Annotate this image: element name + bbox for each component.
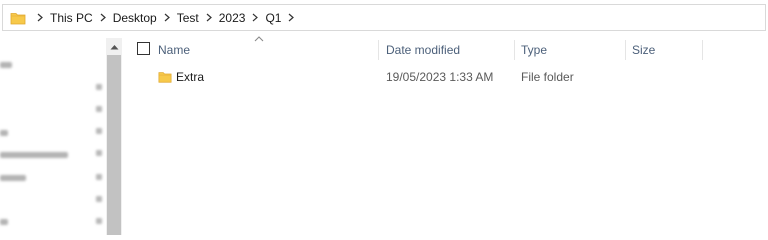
column-header-row: Name Date modified Type Size: [122, 38, 768, 62]
pin-icon: [96, 218, 102, 224]
chevron-right-icon[interactable]: [160, 13, 174, 22]
pin-icon: [96, 128, 102, 134]
column-divider[interactable]: [625, 40, 626, 60]
folder-icon: [10, 10, 26, 26]
column-header-type[interactable]: Type: [521, 38, 625, 62]
breadcrumb-2023[interactable]: 2023: [216, 11, 249, 25]
column-header-date-modified[interactable]: Date modified: [386, 38, 514, 62]
column-divider[interactable]: [378, 40, 379, 60]
scroll-up-arrow-icon[interactable]: [106, 38, 122, 55]
pin-icon: [96, 84, 102, 90]
breadcrumb-desktop[interactable]: Desktop: [110, 11, 160, 25]
breadcrumb-this-pc[interactable]: This PC: [47, 11, 96, 25]
nav-item-blurred[interactable]: [0, 152, 68, 158]
nav-item-blurred[interactable]: [0, 219, 8, 225]
column-divider[interactable]: [702, 40, 703, 60]
file-name[interactable]: Extra: [176, 66, 204, 88]
address-bar[interactable]: This PC Desktop Test 2023 Q1: [2, 4, 766, 31]
scroll-thumb[interactable]: [107, 55, 121, 235]
column-header-type-label: Type: [521, 43, 548, 57]
navigation-pane[interactable]: [0, 38, 106, 235]
nav-item-blurred[interactable]: [0, 130, 8, 136]
chevron-right-icon[interactable]: [96, 13, 110, 22]
file-type: File folder: [521, 70, 574, 84]
breadcrumb-q1[interactable]: Q1: [262, 11, 284, 25]
column-divider[interactable]: [514, 40, 515, 60]
breadcrumb: This PC Desktop Test 2023 Q1: [33, 5, 298, 30]
column-header-size-label: Size: [632, 43, 656, 57]
pin-icon: [96, 174, 102, 180]
pin-icon: [96, 196, 102, 202]
column-header-name[interactable]: Name: [158, 38, 378, 62]
folder-icon: [158, 72, 172, 83]
pin-icon: [96, 106, 102, 112]
column-header-size[interactable]: Size: [632, 38, 702, 62]
file-date-modified: 19/05/2023 1:33 AM: [386, 70, 494, 84]
column-header-date-label: Date modified: [386, 43, 461, 57]
nav-item-blurred[interactable]: [0, 175, 26, 181]
pin-icon: [96, 150, 102, 156]
breadcrumb-test[interactable]: Test: [174, 11, 202, 25]
table-row[interactable]: Extra 19/05/2023 1:33 AM File folder: [122, 66, 768, 88]
chevron-right-icon[interactable]: [33, 13, 47, 22]
column-header-name-label: Name: [158, 43, 191, 57]
chevron-right-icon[interactable]: [202, 13, 216, 22]
chevron-right-icon[interactable]: [284, 13, 298, 22]
nav-scrollbar[interactable]: [106, 38, 122, 235]
file-explorer-window: This PC Desktop Test 2023 Q1 Name Date m…: [0, 0, 768, 235]
chevron-right-icon[interactable]: [248, 13, 262, 22]
nav-item-blurred[interactable]: [0, 62, 12, 68]
